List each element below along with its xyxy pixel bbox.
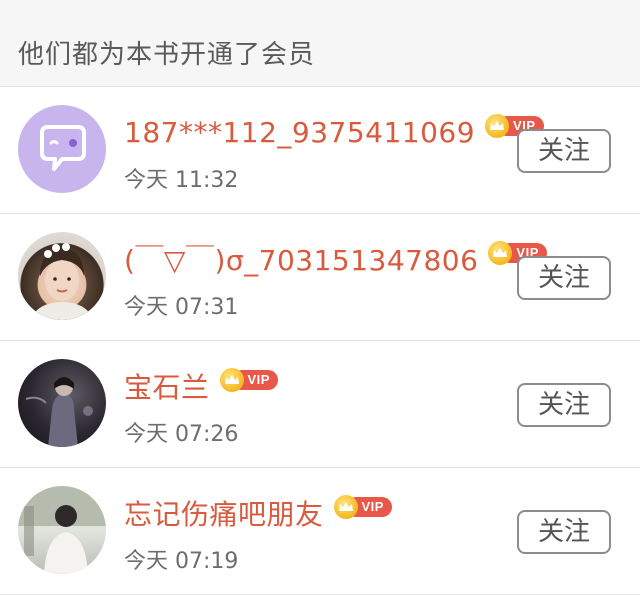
follow-button[interactable]: 关注 [517,383,611,427]
timestamp: 今天 07:26 [124,422,239,447]
vip-badge: VIP [333,495,392,519]
username[interactable]: (￣▽￣)σ_703151347806 [124,239,478,279]
list-header: 他们都为本书开通了会员 [0,0,640,87]
follow-button[interactable]: 关注 [517,129,611,173]
list-item[interactable]: 忘记伤痛吧朋友 VIP 今天 07:19 关注 [0,468,640,595]
crown-icon [219,368,244,392]
timestamp: 今天 07:31 [124,295,239,320]
crown-icon [333,495,358,519]
page-title: 他们都为本书开通了会员 [18,40,316,70]
list-item[interactable]: 宝石兰 VIP 今天 07:26 关注 [0,341,640,468]
avatar[interactable] [18,486,106,574]
avatar[interactable] [18,359,106,447]
username[interactable]: 宝石兰 [124,366,210,406]
crown-icon [485,114,510,138]
timestamp: 今天 07:19 [124,549,239,574]
username[interactable]: 忘记伤痛吧朋友 [124,493,324,533]
chat-bubble-icon [40,125,86,171]
dark-figure-photo [25,377,93,447]
list-item[interactable]: 187***112_9375411069 VIP 今天 11:32 关注 [0,87,640,214]
list-item[interactable]: (￣▽￣)σ_703151347806 VIP 今天 07:31 关注 [0,214,640,341]
portrait-photo [30,243,94,320]
timestamp: 今天 11:32 [124,168,239,193]
follow-button[interactable]: 关注 [517,256,611,300]
username[interactable]: 187***112_9375411069 [124,116,475,149]
avatar[interactable] [18,105,106,193]
vip-badge: VIP [219,368,278,392]
follow-button[interactable]: 关注 [517,510,611,554]
person-outdoor-photo [18,486,106,574]
avatar[interactable] [18,232,106,320]
